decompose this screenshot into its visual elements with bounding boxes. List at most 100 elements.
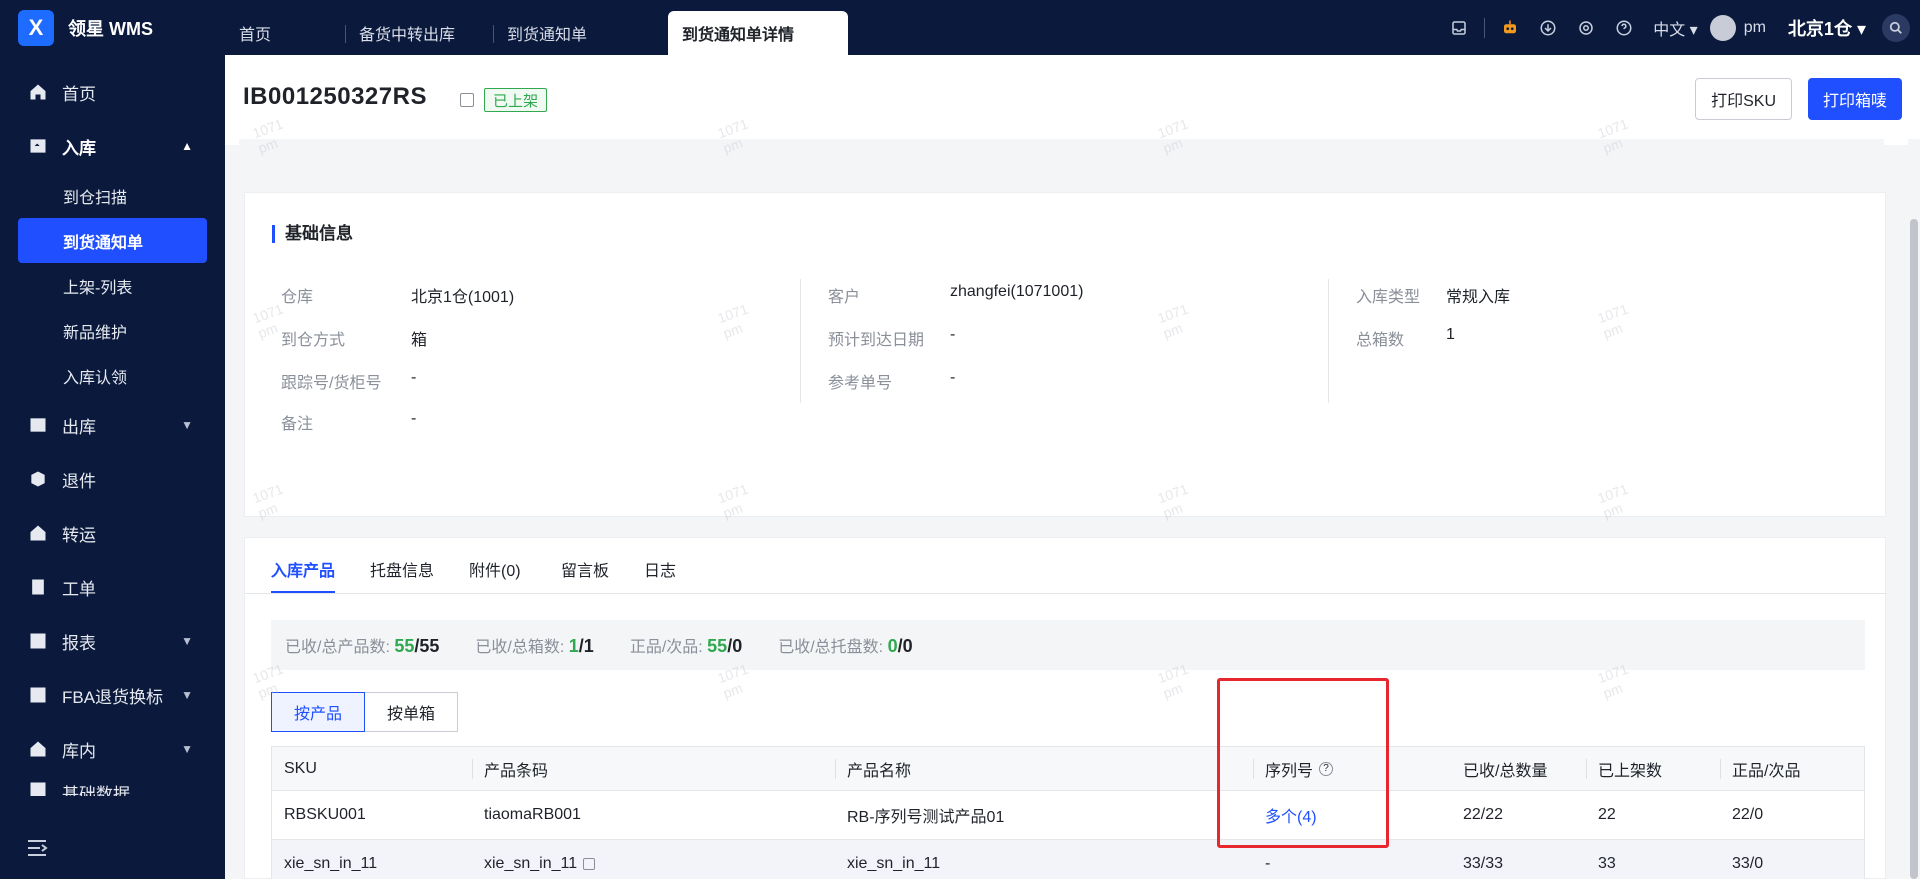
sidebar-sub-putaway[interactable]: 上架-列表 — [0, 263, 225, 308]
scrollbar-thumb[interactable] — [1910, 219, 1918, 879]
info-label: 备注 — [281, 416, 314, 433]
table-header: SKU 产品条码 产品名称 序列号? 已收/总数量 已上架数 正品/次品 — [272, 747, 1864, 791]
settings-icon[interactable] — [1574, 16, 1598, 40]
col-barcode: 产品条码 — [484, 762, 549, 780]
chevron-up-icon: ▲ — [181, 139, 193, 153]
sidebar-item-base-data[interactable]: 基础数据 — [0, 776, 225, 796]
copy-icon[interactable] — [460, 93, 474, 107]
sidebar-sub-scan[interactable]: 到仓扫描 — [0, 173, 225, 218]
section-title: 基础信息 — [272, 225, 353, 243]
stat-products: 已收/总产品数: 55/55 — [285, 636, 440, 656]
cell-product-name: xie_sn_in_11 — [847, 855, 941, 872]
workorder-icon — [28, 577, 48, 597]
chevron-down-icon: ▼ — [181, 634, 193, 648]
cell-product-name: RB-序列号测试产品01 — [847, 809, 1005, 826]
cell-received-total: 33/33 — [1463, 855, 1504, 872]
inbox-icon[interactable] — [1447, 16, 1471, 40]
return-icon — [28, 469, 48, 489]
print-box-label-button[interactable]: 打印箱唛 — [1807, 78, 1902, 120]
sidebar-item-outbound[interactable]: 出库 ▼ — [0, 398, 225, 452]
info-value: - — [950, 369, 956, 386]
info-label: 入库类型 — [1356, 289, 1421, 306]
by-box-button[interactable]: 按单箱 — [365, 692, 459, 732]
robot-icon[interactable] — [1498, 16, 1522, 40]
sidebar-sub-arrival-notice[interactable]: 到货通知单 — [18, 218, 207, 263]
cell-quality: 22/0 — [1732, 806, 1764, 823]
cell-barcode: tiaomaRB001 — [484, 806, 581, 823]
tab-arrival-notice[interactable]: 到货通知单 — [493, 11, 668, 55]
sidebar-sub-new-product[interactable]: 新品维护 — [0, 308, 225, 353]
info-label: 参考单号 — [828, 375, 893, 392]
warehouse-switch[interactable]: 北京1仓 ▾ — [1788, 15, 1866, 41]
info-value: 1 — [1446, 326, 1455, 343]
stat-quality: 正品/次品: 55/0 — [629, 636, 743, 656]
tab-attachments[interactable]: 附件(0) — [469, 557, 521, 581]
info-value: - — [950, 326, 956, 343]
help-icon[interactable] — [1612, 16, 1636, 40]
brand[interactable]: X 领星 WMS — [0, 0, 225, 55]
sidebar-item-transfer[interactable]: 转运 — [0, 506, 225, 560]
copy-icon[interactable] — [583, 858, 596, 870]
fba-icon — [28, 685, 48, 705]
info-value: 北京1仓(1001) — [411, 289, 515, 306]
sidebar-item-inbound[interactable]: 入库 ▲ — [0, 119, 225, 173]
tab-arrival-notice-detail[interactable]: 到货通知单详情 — [668, 11, 848, 55]
column-divider — [800, 279, 801, 403]
tab-transfer-outbound[interactable]: 备货中转出库 — [345, 11, 493, 55]
avatar[interactable] — [1709, 14, 1736, 41]
search-icon[interactable] — [1882, 13, 1910, 42]
column-divider — [1328, 279, 1329, 403]
top-right-tools: 中文 ▾ pm 北京1仓 ▾ — [1440, 0, 1920, 55]
status-badge: 已上架 — [484, 88, 548, 112]
inbound-icon — [28, 136, 48, 156]
by-product-button[interactable]: 按产品 — [271, 692, 366, 732]
sidebar-item-home[interactable]: 首页 — [0, 65, 225, 119]
sidebar-item-warehouse[interactable]: 库内 ▼ — [0, 722, 225, 776]
top-bar: X 领星 WMS 首页 备货中转出库 到货通知单 到货通知单详情 中文 ▾ pm… — [0, 0, 1920, 55]
page-tabs: 首页 备货中转出库 到货通知单 到货通知单详情 — [225, 0, 848, 55]
cell-putaway: 22 — [1598, 806, 1616, 823]
home-icon — [28, 82, 48, 102]
tab-message-board[interactable]: 留言板 — [561, 557, 609, 581]
print-sku-button[interactable]: 打印SKU — [1695, 78, 1792, 120]
table-row[interactable]: RBSKU001 tiaomaRB001 RB-序列号测试产品01 多个(4) … — [272, 791, 1864, 840]
info-label: 预计到达日期 — [828, 332, 925, 349]
chevron-down-icon: ▼ — [181, 742, 193, 756]
transfer-icon — [28, 523, 48, 543]
info-value: 常规入库 — [1446, 289, 1511, 306]
sidebar-item-workorder[interactable]: 工单 — [0, 560, 225, 614]
app-logo: X — [18, 9, 54, 46]
collapse-menu-icon[interactable] — [26, 839, 48, 857]
sidebar-item-fba[interactable]: FBA退货换标 ▼ — [0, 668, 225, 722]
collapsed-panel — [239, 139, 1884, 159]
info-value: - — [411, 369, 417, 386]
sidebar: 首页 入库 ▲ 到仓扫描 到货通知单 上架-列表 新品维护 入库认领 出库 ▼ 退件… — [0, 55, 225, 879]
col-putaway: 已上架数 — [1598, 762, 1663, 780]
info-value: 箱 — [411, 332, 428, 349]
info-value: zhangfei(1071001) — [950, 283, 1084, 300]
tab-log[interactable]: 日志 — [644, 557, 676, 581]
products-table: SKU 产品条码 产品名称 序列号? 已收/总数量 已上架数 正品/次品 RBS… — [271, 746, 1865, 879]
cell-putaway: 33 — [1598, 855, 1616, 872]
stat-boxes: 已收/总箱数: 1/1 — [475, 636, 594, 656]
help-icon[interactable]: ? — [1319, 761, 1334, 776]
language-switch[interactable]: 中文 ▾ — [1653, 16, 1698, 40]
serial-link[interactable]: 多个(4) — [1265, 791, 1317, 839]
info-value: - — [411, 410, 417, 427]
sidebar-item-return[interactable]: 退件 — [0, 452, 225, 506]
product-tabs: 入库产品 托盘信息 附件(0) 留言板 日志 — [245, 538, 1887, 594]
table-row[interactable]: xie_sn_in_11 xie_sn_in_11 xie_sn_in_11 -… — [272, 840, 1864, 879]
warehouse-icon — [28, 739, 48, 759]
user-name[interactable]: pm — [1744, 19, 1766, 37]
info-label: 总箱数 — [1356, 332, 1405, 349]
col-sku: SKU — [284, 759, 317, 777]
tab-pallet-info[interactable]: 托盘信息 — [370, 557, 434, 581]
main-content: IB001250327RS 已上架 打印SKU 打印箱唛 基础信息 仓库 北京1… — [225, 55, 1920, 879]
download-icon[interactable] — [1536, 16, 1560, 40]
scrollbar[interactable] — [1908, 139, 1920, 879]
tab-home[interactable]: 首页 — [225, 11, 345, 55]
sidebar-sub-claim[interactable]: 入库认领 — [0, 353, 225, 398]
info-label: 跟踪号/货柜号 — [281, 375, 382, 392]
tab-inbound-products[interactable]: 入库产品 — [271, 557, 336, 593]
sidebar-item-report[interactable]: 报表 ▼ — [0, 614, 225, 668]
